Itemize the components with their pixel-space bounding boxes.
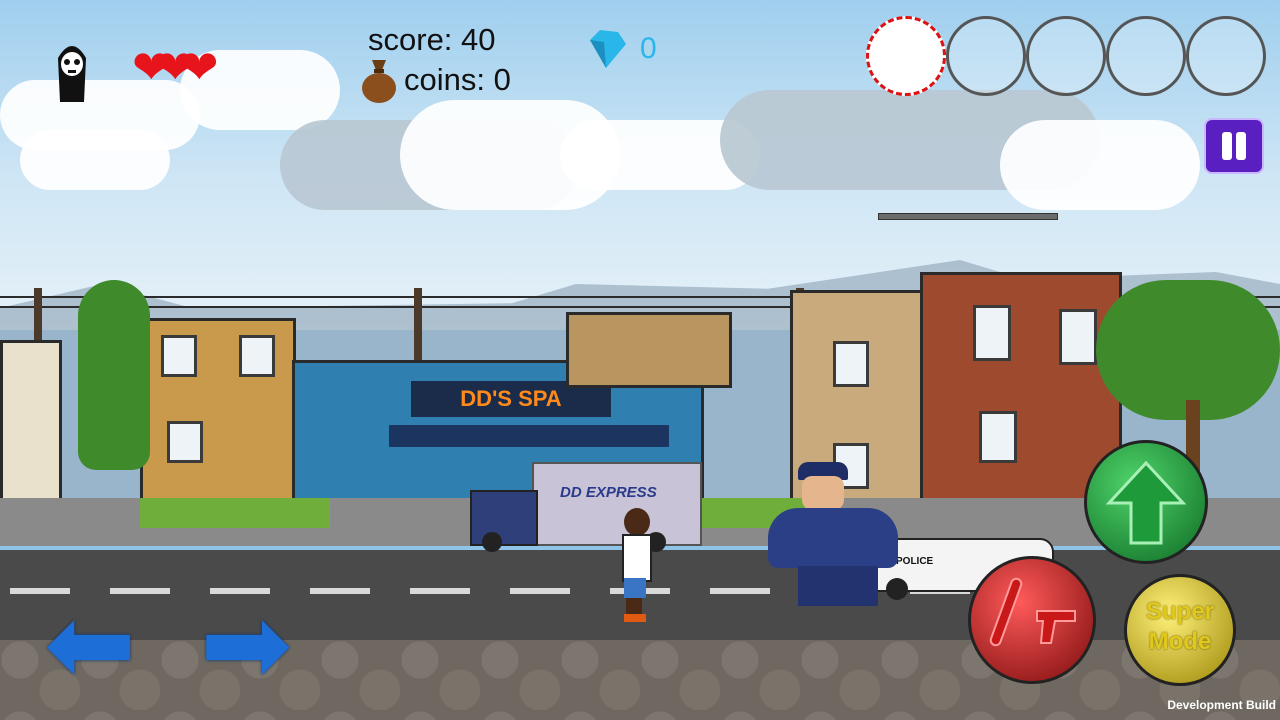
- pause-icon: [1236, 132, 1246, 160]
- super-mode-label: Super Mode: [1145, 598, 1214, 655]
- development-build-label: Development Build: [1167, 698, 1276, 712]
- attack-button[interactable]: [968, 556, 1096, 684]
- weapon-slot[interactable]: [946, 16, 1026, 96]
- house-left: [0, 340, 62, 504]
- gems-count: 0: [640, 32, 657, 65]
- road-line: [410, 588, 470, 594]
- coins-text: coins: 0: [404, 62, 511, 97]
- weapon-slot[interactable]: [1186, 16, 1266, 96]
- power-pole: [414, 288, 422, 368]
- bat-and-gun-icon: [989, 577, 1076, 647]
- money-bag-icon: [360, 56, 398, 104]
- move-right-button[interactable]: ➡: [200, 590, 292, 700]
- score-text: score: 40: [368, 22, 496, 57]
- diamond-icon: [584, 28, 628, 70]
- truck-label: DD EXPRESS: [560, 484, 657, 501]
- house-yellow: [140, 318, 296, 504]
- player-avatar-icon: [52, 38, 92, 104]
- floating-platform: [878, 213, 1058, 220]
- lawn: [140, 498, 330, 528]
- up-arrow-icon: [1105, 460, 1187, 545]
- move-left-button[interactable]: ⬅: [44, 590, 136, 700]
- super-mode-button[interactable]: Super Mode: [1124, 574, 1236, 686]
- weapon-slot[interactable]: [1106, 16, 1186, 96]
- tree: [78, 280, 150, 470]
- road-line: [510, 588, 570, 594]
- delivery-truck: DD EXPRESS: [470, 462, 702, 552]
- pause-button[interactable]: [1204, 118, 1264, 174]
- pause-icon: [1222, 132, 1232, 160]
- lives-hearts: ❤ ❤ ❤: [132, 44, 232, 94]
- police-officer-enemy: [748, 462, 924, 608]
- player-character: [616, 508, 656, 622]
- road-line: [310, 588, 370, 594]
- cloud: [1000, 120, 1200, 210]
- house-tan: [566, 312, 732, 388]
- heart-icon: ❤: [180, 41, 219, 93]
- jump-button[interactable]: [1084, 440, 1208, 564]
- tree: [1096, 280, 1280, 420]
- weapon-slot[interactable]: [1026, 16, 1106, 96]
- cloud: [20, 130, 170, 190]
- weapon-slot[interactable]: [866, 16, 946, 96]
